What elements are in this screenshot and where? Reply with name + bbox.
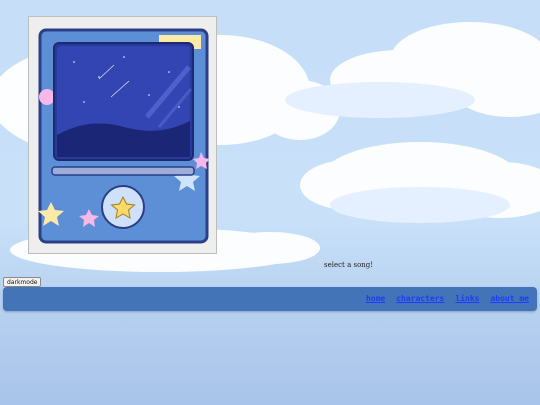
nav-link-links[interactable]: links [455, 294, 479, 303]
song-caption: select a song! [324, 261, 374, 269]
progress-bar [51, 166, 195, 176]
nav-link-home[interactable]: home [366, 294, 385, 303]
music-player-frame [28, 16, 217, 254]
darkmode-button[interactable]: darkmode [3, 277, 42, 287]
navigation-bar: home characters links about me [3, 287, 537, 311]
nav-link-about-me[interactable]: about me [490, 294, 529, 303]
nav-links: home characters links about me [366, 294, 529, 303]
nav-link-characters[interactable]: characters [396, 294, 444, 303]
play-button[interactable] [102, 186, 144, 228]
